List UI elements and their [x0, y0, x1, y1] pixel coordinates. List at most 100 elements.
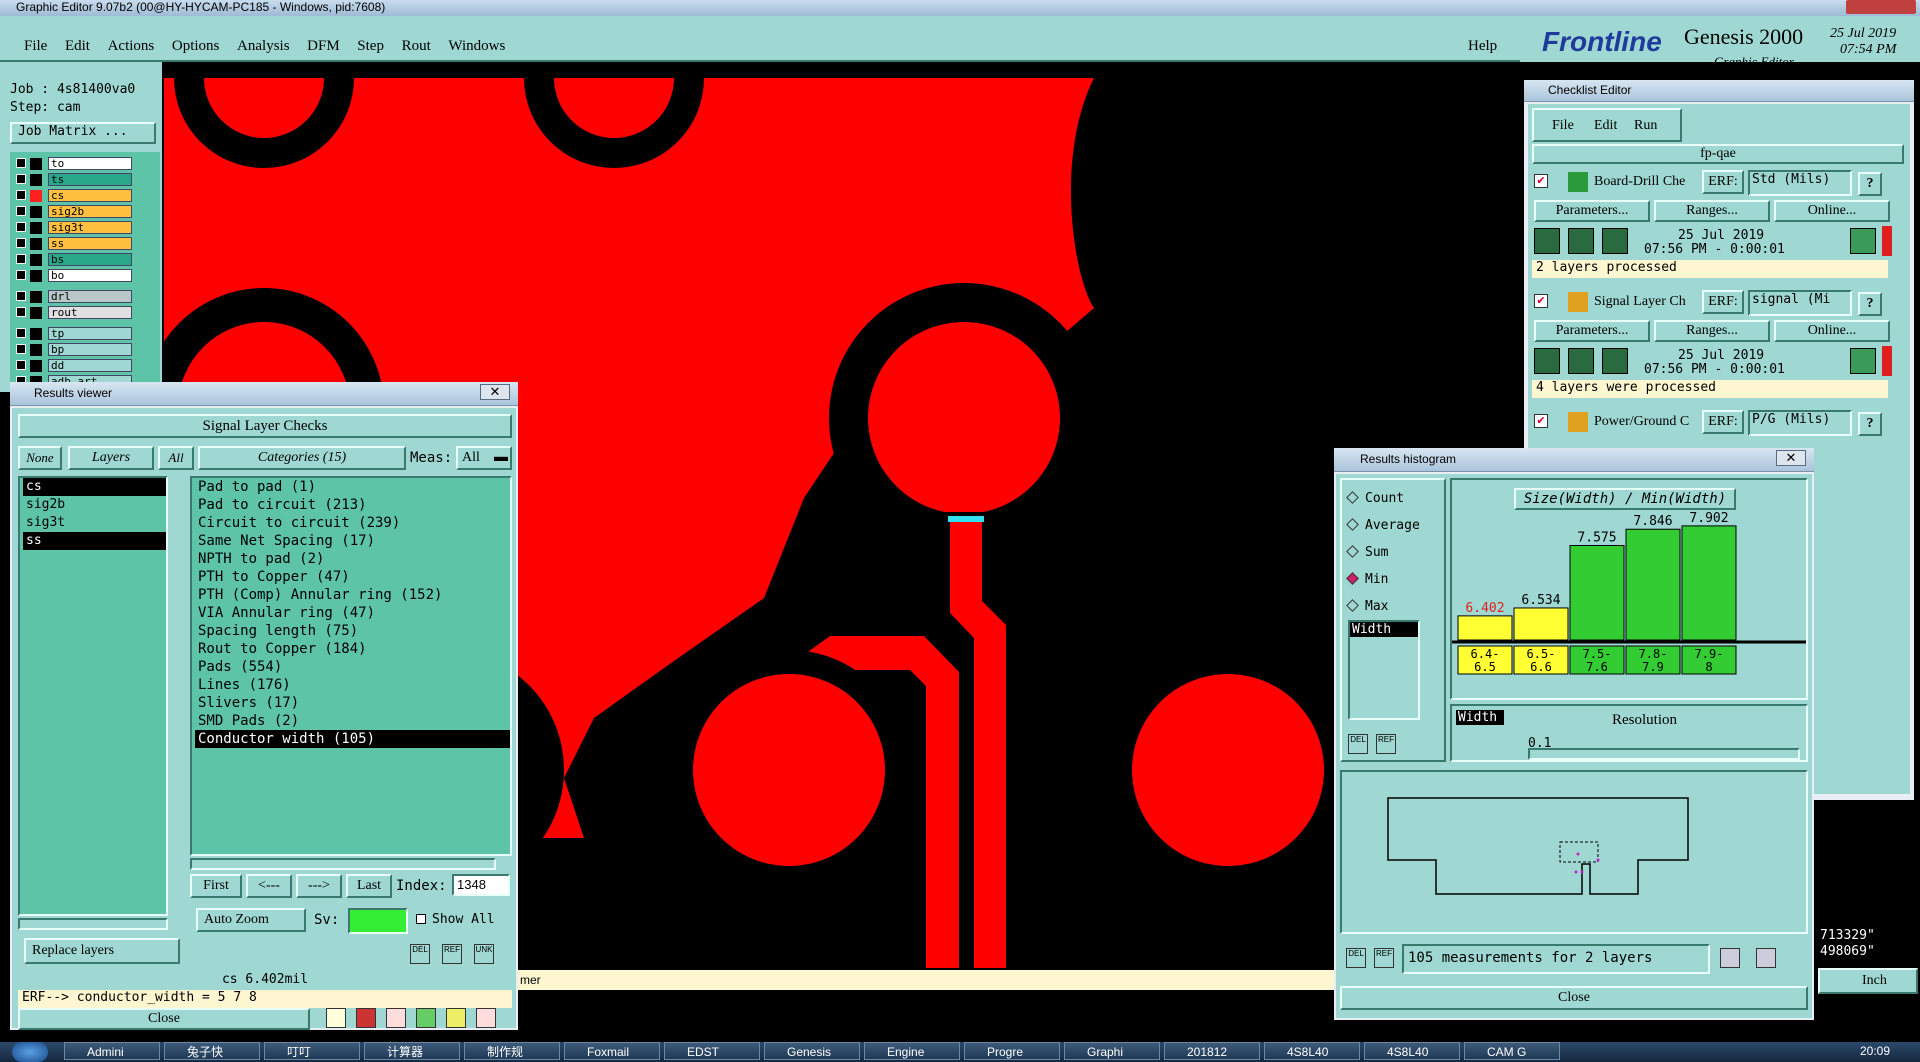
summary-del-icon[interactable]: DEL: [1346, 948, 1366, 968]
layer-row-drl[interactable]: drl: [12, 290, 132, 303]
results-layer-item[interactable]: sig2b: [23, 496, 166, 514]
layer-row-ss[interactable]: ss: [12, 237, 132, 250]
zoom-icon[interactable]: [1850, 348, 1876, 374]
mode-count[interactable]: Count: [1346, 490, 1404, 506]
menu-step[interactable]: Step: [357, 38, 384, 54]
run-icon[interactable]: [1602, 228, 1628, 254]
layer-row-tp[interactable]: tp: [12, 327, 132, 340]
layer-row-cs[interactable]: cs: [12, 189, 132, 202]
menu-rout[interactable]: Rout: [402, 38, 431, 54]
mode-max[interactable]: Max: [1346, 598, 1388, 614]
parameters-button[interactable]: Parameters...: [1534, 200, 1650, 222]
erf-value[interactable]: signal (Mi: [1748, 290, 1852, 316]
check-icon[interactable]: [416, 1008, 436, 1028]
taskbar-item[interactable]: Foxmail: [564, 1042, 660, 1060]
results-layer-item[interactable]: ss: [23, 532, 166, 550]
layer-display-checkbox[interactable]: [16, 360, 26, 370]
job-matrix-button[interactable]: Job Matrix ...: [10, 122, 156, 144]
layer-affected-checkbox[interactable]: [30, 206, 42, 218]
menu-options[interactable]: Options: [172, 38, 220, 54]
layer-row-rout[interactable]: rout: [12, 306, 132, 319]
taskbar-item[interactable]: 制作规: [464, 1042, 560, 1060]
sv-color-select[interactable]: [348, 908, 408, 934]
run-icon[interactable]: [1568, 228, 1594, 254]
histogram-icon[interactable]: [476, 1008, 496, 1028]
layer-row-ts[interactable]: ts: [12, 173, 132, 186]
layer-display-checkbox[interactable]: [16, 291, 26, 301]
zoom-select[interactable]: Auto Zoom: [196, 908, 306, 932]
help-icon[interactable]: ?: [1858, 412, 1882, 436]
mode-sum[interactable]: Sum: [1346, 544, 1388, 560]
ranges-button[interactable]: Ranges...: [1654, 200, 1770, 222]
hist-ref-icon[interactable]: REF: [1376, 734, 1396, 754]
category-item[interactable]: Circuit to circuit (239): [195, 514, 510, 532]
show-all-checkbox[interactable]: [416, 914, 426, 924]
histogram-bar[interactable]: [1569, 545, 1625, 641]
category-item[interactable]: Pad to pad (1): [195, 478, 510, 496]
layer-row-bo[interactable]: bo: [12, 269, 132, 282]
layer-affected-checkbox[interactable]: [30, 190, 42, 202]
layer-display-checkbox[interactable]: [16, 222, 26, 232]
results-close-button[interactable]: Close: [18, 1008, 310, 1030]
radio-icon[interactable]: [1346, 491, 1359, 504]
taskbar-item[interactable]: Graphi: [1064, 1042, 1160, 1060]
category-item[interactable]: Pad to circuit (213): [195, 496, 510, 514]
taskbar-item[interactable]: 4S8L40: [1364, 1042, 1460, 1060]
help-icon[interactable]: ?: [1858, 172, 1882, 196]
layer-affected-checkbox[interactable]: [30, 254, 42, 266]
histogram-bar[interactable]: [1625, 528, 1681, 641]
layer-display-checkbox[interactable]: [16, 254, 26, 264]
layer-affected-checkbox[interactable]: [30, 222, 42, 234]
close-icon[interactable]: ✕: [1776, 450, 1806, 466]
results-layer-list[interactable]: cs sig2b sig3t ss: [18, 476, 168, 916]
taskbar-item[interactable]: 兔子快: [164, 1042, 260, 1060]
radio-icon[interactable]: [1346, 518, 1359, 531]
menu-windows[interactable]: Windows: [448, 38, 505, 54]
category-item[interactable]: PTH (Comp) Annular ring (152): [195, 586, 510, 604]
prev-button[interactable]: <---: [246, 874, 292, 898]
taskbar-item[interactable]: Progre: [964, 1042, 1060, 1060]
mode-average[interactable]: Average: [1346, 517, 1420, 533]
help-icon[interactable]: ?: [1858, 292, 1882, 316]
layer-display-checkbox[interactable]: [16, 238, 26, 248]
category-item[interactable]: Rout to Copper (184): [195, 640, 510, 658]
layer-affected-checkbox[interactable]: [30, 307, 42, 319]
run-icon[interactable]: [1534, 228, 1560, 254]
resolution-field[interactable]: Width: [1456, 710, 1504, 725]
results-layer-item[interactable]: cs: [23, 478, 166, 496]
layer-affected-checkbox[interactable]: [30, 238, 42, 250]
category-item[interactable]: PTH to Copper (47): [195, 568, 510, 586]
online-button[interactable]: Online...: [1774, 320, 1890, 342]
taskbar-item[interactable]: 计算器: [364, 1042, 460, 1060]
layer-row-dd[interactable]: dd: [12, 359, 132, 372]
none-button[interactable]: None: [18, 446, 62, 470]
action-checkbox[interactable]: ✔: [1534, 294, 1548, 308]
layer-row-sig3t[interactable]: sig3t: [12, 221, 132, 234]
layer-display-checkbox[interactable]: [16, 206, 26, 216]
layer-affected-checkbox[interactable]: [30, 291, 42, 303]
layer-affected-checkbox[interactable]: [30, 360, 42, 372]
taskbar-item[interactable]: EDST: [664, 1042, 760, 1060]
board-preview[interactable]: [1342, 772, 1806, 932]
taskbar-item[interactable]: Engine: [864, 1042, 960, 1060]
histogram-close-button[interactable]: Close: [1340, 986, 1808, 1010]
results-layer-item[interactable]: sig3t: [23, 514, 166, 532]
menu-analysis[interactable]: Analysis: [237, 38, 290, 54]
category-item[interactable]: Same Net Spacing (17): [195, 532, 510, 550]
radio-icon[interactable]: [1346, 599, 1359, 612]
zoom-icon[interactable]: [1850, 228, 1876, 254]
menu-actions[interactable]: Actions: [108, 38, 155, 54]
resolution-slider[interactable]: [1528, 748, 1800, 760]
stop-icon[interactable]: [356, 1008, 376, 1028]
category-item[interactable]: Spacing length (75): [195, 622, 510, 640]
results-category-list[interactable]: Pad to pad (1) Pad to circuit (213) Circui…: [190, 476, 512, 856]
category-item[interactable]: Pads (554): [195, 658, 510, 676]
action-name[interactable]: Signal Layer Ch: [1594, 294, 1700, 310]
category-item[interactable]: NPTH to pad (2): [195, 550, 510, 568]
field-width[interactable]: Width: [1350, 622, 1418, 637]
action-checkbox[interactable]: ✔: [1534, 174, 1548, 188]
window-controls[interactable]: [1846, 0, 1916, 14]
menu-edit[interactable]: Edit: [65, 38, 90, 54]
replace-layers-select[interactable]: Replace layers: [24, 938, 180, 964]
checklist-menu-run[interactable]: Run: [1634, 118, 1657, 134]
